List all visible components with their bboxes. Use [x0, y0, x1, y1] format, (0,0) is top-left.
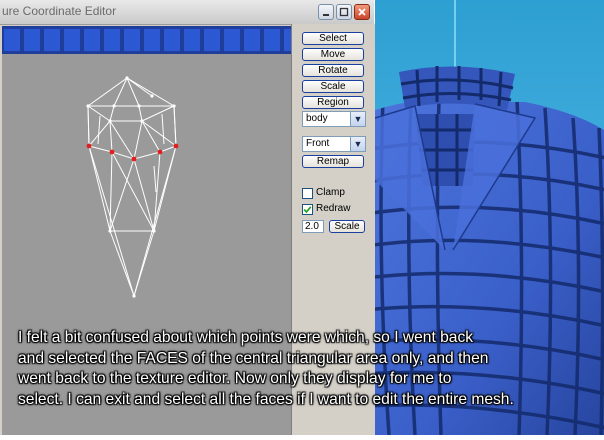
- redraw-checkbox[interactable]: [302, 204, 313, 215]
- caption-line-1: I felt a bit confused about which points…: [18, 329, 474, 346]
- scale-apply-button[interactable]: Scale: [329, 220, 365, 233]
- close-icon[interactable]: [354, 4, 370, 20]
- maximize-icon[interactable]: [336, 4, 352, 20]
- chevron-down-icon[interactable]: ▼: [350, 137, 365, 151]
- checkmark-icon: [303, 206, 312, 214]
- window-titlebar[interactable]: ure Coordinate Editor: [0, 0, 374, 25]
- clamp-checkbox[interactable]: [302, 188, 313, 199]
- chevron-down-icon[interactable]: ▼: [350, 112, 365, 126]
- view-select[interactable]: Front ▼: [302, 136, 366, 152]
- caption-line-2: and selected the FACES of the central tr…: [18, 349, 489, 367]
- remap-button[interactable]: Remap: [302, 155, 364, 168]
- rotate-button[interactable]: Rotate: [302, 64, 364, 77]
- move-button[interactable]: Move: [302, 48, 364, 61]
- tutorial-caption: I felt a bit confused about which points…: [18, 328, 604, 410]
- select-button[interactable]: Select: [302, 32, 364, 45]
- window-title: ure Coordinate Editor: [2, 4, 117, 18]
- region-button[interactable]: Region: [302, 96, 364, 109]
- group-select-value: body: [306, 113, 328, 124]
- clamp-label: Clamp: [316, 187, 345, 198]
- group-select[interactable]: body ▼: [302, 111, 366, 127]
- scale-value-input[interactable]: 2.0: [302, 220, 324, 233]
- texture-tile-strip: [2, 26, 291, 54]
- redraw-label: Redraw: [316, 203, 351, 214]
- caption-line-3: went back to the texture editor. Now onl…: [18, 370, 452, 387]
- caption-line-4: select. I can exit and select all the fa…: [18, 390, 514, 408]
- view-select-value: Front: [306, 138, 330, 149]
- minimize-icon[interactable]: [318, 4, 334, 20]
- scale-mode-button[interactable]: Scale: [302, 80, 364, 93]
